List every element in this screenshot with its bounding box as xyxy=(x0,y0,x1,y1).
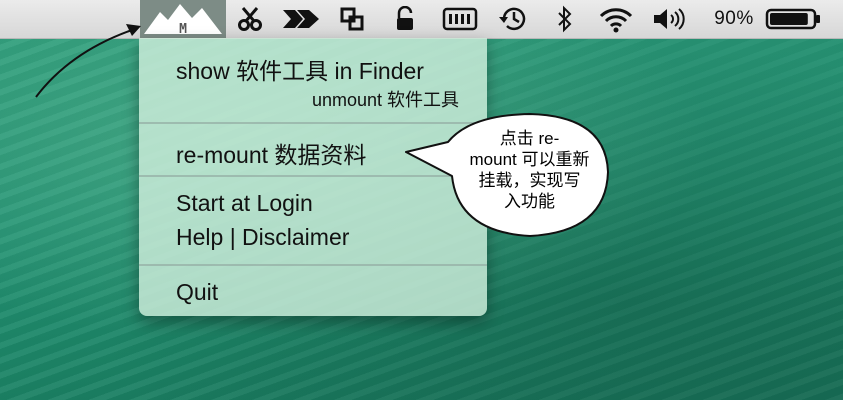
annotation-arrowhead xyxy=(126,24,141,36)
annotation-arrow xyxy=(35,29,133,98)
callout-line: 挂载，实现写 xyxy=(478,171,581,190)
callout-line: 点击 re- xyxy=(499,129,560,148)
callout-line: 入功能 xyxy=(504,192,555,211)
callout-text: 点击 re- mount 可以重新 挂载，实现写 入功能 xyxy=(452,128,607,212)
callout-line: mount 可以重新 xyxy=(469,150,590,169)
annotation-overlay xyxy=(35,24,609,237)
